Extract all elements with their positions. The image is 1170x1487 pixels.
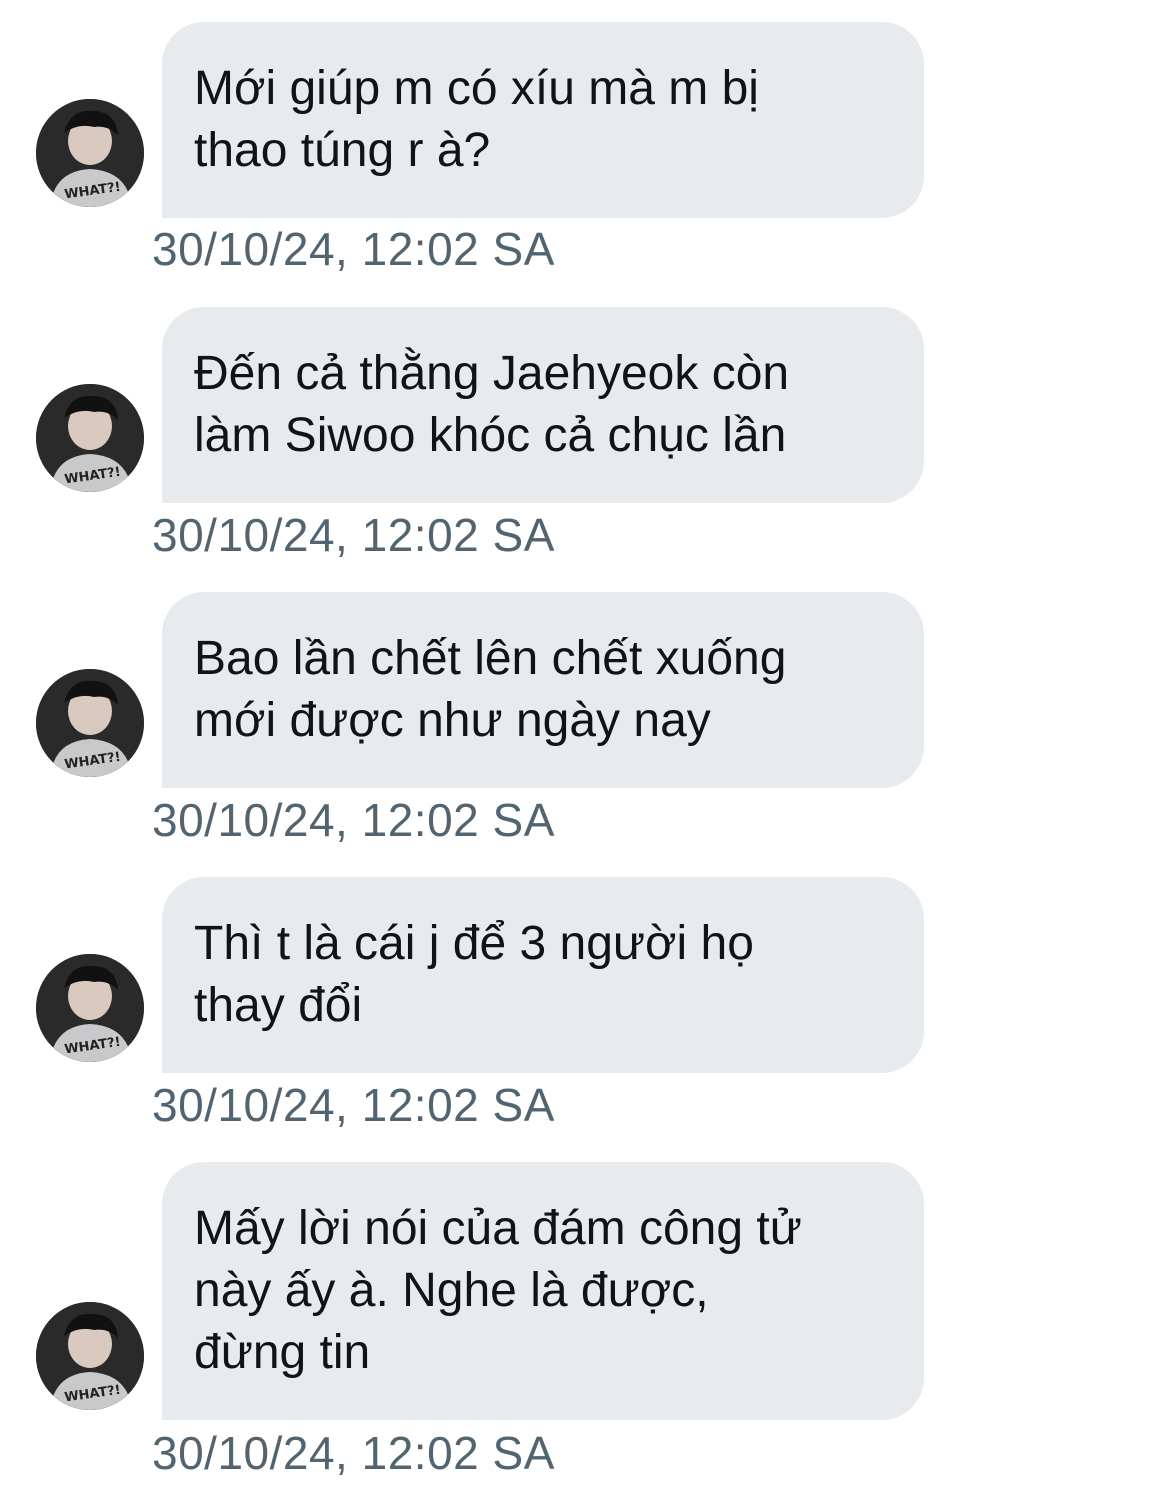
- user-avatar-icon[interactable]: WHAT?!: [36, 384, 144, 492]
- message-text-line: mới được như ngày nay: [194, 694, 711, 747]
- message-text-line: thao túng r à?: [194, 124, 491, 177]
- message-bubble[interactable]: Mới giúp m có xíu mà m bị thao túng r à?: [162, 22, 924, 218]
- message-text-line: Thì t là cái j để 3 người họ: [194, 917, 754, 970]
- message-timestamp: 30/10/24, 12:02 SA: [152, 509, 555, 561]
- message-text-line: Mới giúp m có xíu mà m bị: [194, 62, 759, 115]
- message-bubble[interactable]: Thì t là cái j để 3 người họ thay đổi: [162, 877, 924, 1073]
- message-text-line: Đến cả thằng Jaehyeok còn: [194, 347, 790, 400]
- message-timestamp: 30/10/24, 12:02 SA: [152, 223, 555, 275]
- user-avatar-icon[interactable]: WHAT?!: [36, 99, 144, 207]
- message-text-line: thay đổi: [194, 979, 363, 1032]
- message-bubble[interactable]: Đến cả thằng Jaehyeok còn làm Siwoo khóc…: [162, 307, 924, 503]
- user-avatar-icon[interactable]: WHAT?!: [36, 1302, 144, 1410]
- message-text-line: này ấy à. Nghe là được,: [194, 1264, 709, 1317]
- message-text-line: đừng tin: [194, 1326, 371, 1379]
- user-avatar-icon[interactable]: WHAT?!: [36, 954, 144, 1062]
- message-timestamp: 30/10/24, 12:02 SA: [152, 794, 555, 846]
- message-text-line: Mấy lời nói của đám công tử: [194, 1202, 802, 1255]
- message-text-line: làm Siwoo khóc cả chục lần: [194, 409, 787, 462]
- message-bubble[interactable]: Mấy lời nói của đám công tử này ấy à. Ng…: [162, 1162, 924, 1420]
- message-timestamp: 30/10/24, 12:02 SA: [152, 1079, 555, 1131]
- message-timestamp: 30/10/24, 12:02 SA: [152, 1427, 555, 1479]
- message-text-line: Bao lần chết lên chết xuống: [194, 632, 787, 685]
- user-avatar-icon[interactable]: WHAT?!: [36, 669, 144, 777]
- message-bubble[interactable]: Bao lần chết lên chết xuống mới được như…: [162, 592, 924, 788]
